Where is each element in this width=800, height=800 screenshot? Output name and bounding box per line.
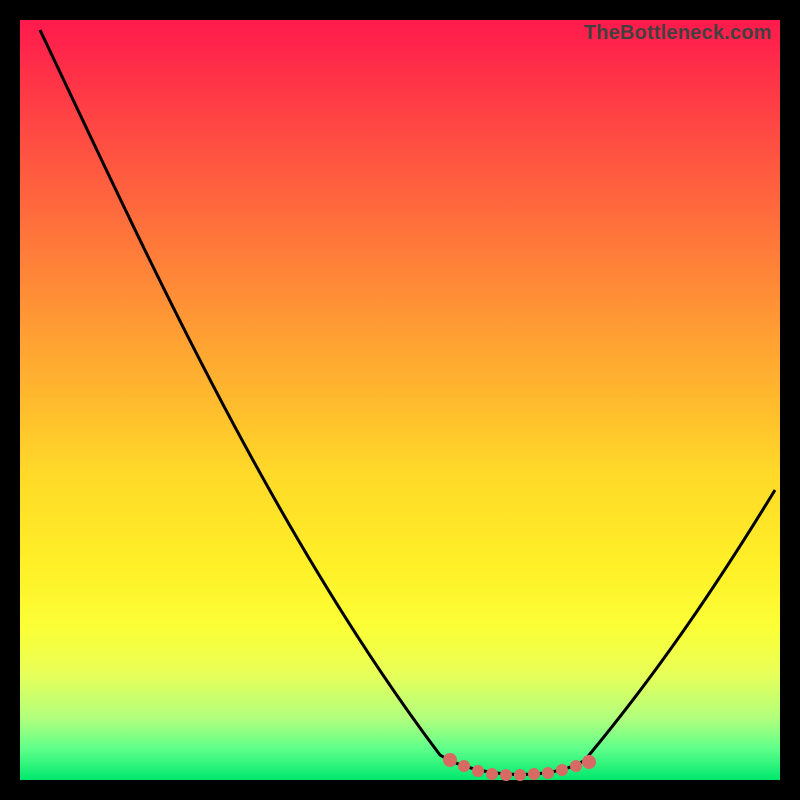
plot-area: TheBottleneck.com <box>20 20 780 780</box>
accent-dot <box>582 755 596 769</box>
accent-dot <box>486 768 498 780</box>
accent-dot <box>542 767 554 779</box>
accent-dot <box>556 764 568 776</box>
accent-dot <box>528 768 540 780</box>
curve-layer <box>20 20 780 780</box>
accent-dot <box>458 760 470 772</box>
accent-dot <box>500 769 512 781</box>
chart-frame: TheBottleneck.com <box>0 0 800 800</box>
accent-dot <box>570 760 582 772</box>
accent-dot <box>472 765 484 777</box>
accent-dot <box>443 753 457 767</box>
accent-dot <box>514 769 526 781</box>
bottleneck-curve <box>40 30 775 774</box>
